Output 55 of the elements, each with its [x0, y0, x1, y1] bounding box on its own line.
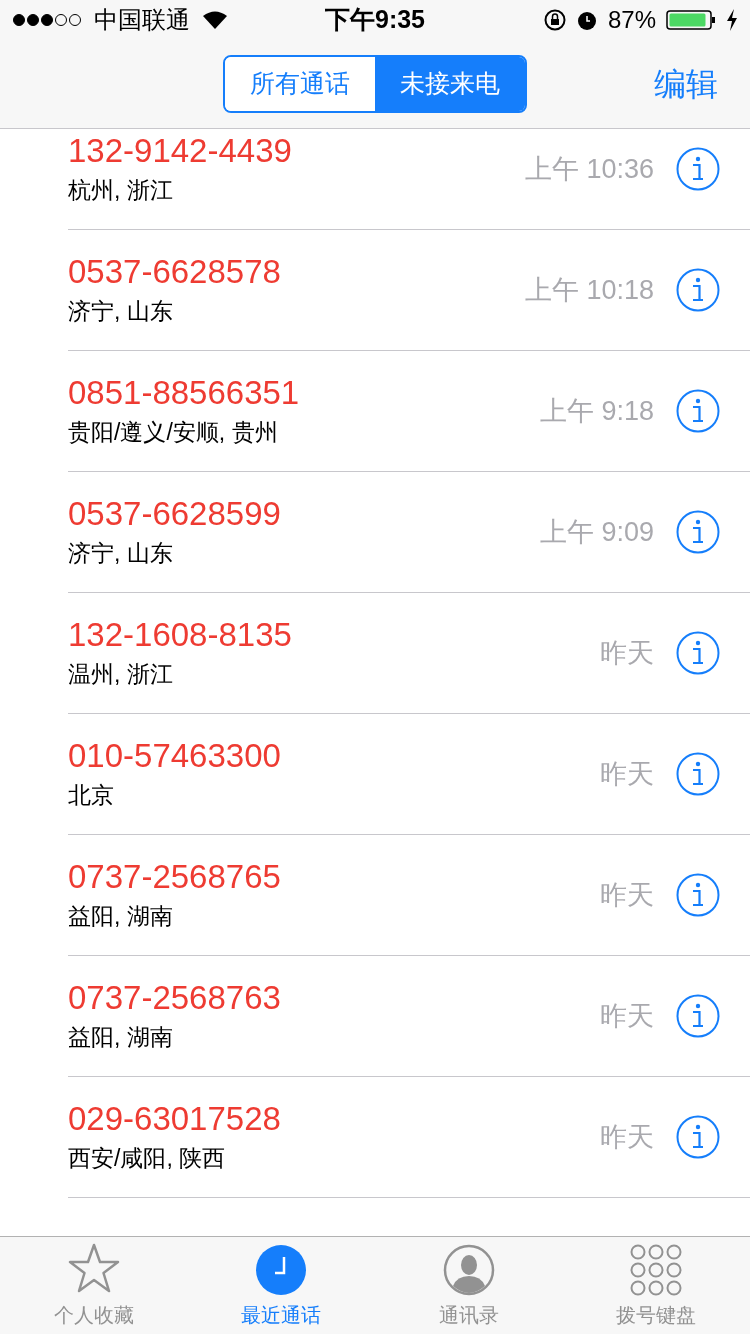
call-time: 昨天 [600, 878, 654, 912]
phone-number: 0737-2568765 [68, 857, 282, 897]
battery-percent: 87% [607, 5, 656, 35]
call-time: 上午 10:18 [524, 273, 654, 307]
phone-number: 029-63017528 [68, 1099, 282, 1139]
tab-bar-item[interactable]: 拨号键盘 [562, 1237, 750, 1334]
location-text: 益阳, 湖南 [68, 1023, 174, 1052]
call-time: 上午 9:09 [539, 515, 654, 549]
info-icon[interactable] [676, 752, 720, 796]
carrier-name: 中国联通 [94, 5, 190, 35]
phone-number: 0537-6628599 [68, 494, 282, 534]
status-time: 下午9:35 [325, 4, 425, 36]
edit-button[interactable]: 编辑 [654, 60, 718, 108]
info-icon[interactable] [676, 994, 720, 1038]
wifi-icon [202, 10, 228, 30]
rotation-lock-icon [543, 9, 566, 31]
phone-number: 0737-2568763 [68, 978, 282, 1018]
location-text: 杭州, 浙江 [68, 176, 174, 205]
call-time: 昨天 [600, 636, 654, 670]
info-icon[interactable] [676, 873, 720, 917]
signal-icon [12, 13, 82, 27]
alarm-icon [575, 9, 598, 31]
location-text: 益阳, 湖南 [68, 902, 174, 931]
info-icon[interactable] [676, 1115, 720, 1159]
info-icon[interactable] [676, 510, 720, 554]
location-text: 温州, 浙江 [68, 660, 174, 689]
segment-tab[interactable]: 所有通话 [225, 57, 375, 111]
location-text: 济宁, 山东 [68, 539, 174, 568]
call-time: 上午 9:18 [539, 394, 654, 428]
phone-number: 010-57463300 [68, 736, 282, 776]
info-icon[interactable] [676, 147, 720, 191]
info-icon[interactable] [676, 389, 720, 433]
keypad-icon [630, 1244, 683, 1296]
tab-bar-item[interactable]: 通讯录 [375, 1237, 563, 1334]
call-time: 昨天 [600, 757, 654, 791]
segment-tab[interactable]: 未接来电 [375, 57, 525, 111]
location-text: 西安/咸阳, 陕西 [68, 1144, 227, 1173]
person-icon [442, 1244, 495, 1296]
charging-icon [726, 9, 738, 31]
clock-icon [255, 1244, 308, 1296]
phone-number: 0537-6628578 [68, 252, 282, 292]
phone-number: 132-1608-8135 [68, 615, 293, 655]
battery-icon [666, 9, 716, 31]
info-icon[interactable] [676, 631, 720, 675]
call-time: 昨天 [600, 999, 654, 1033]
location-text: 北京 [68, 781, 115, 810]
tab-bar-item[interactable]: 最近通话 [187, 1237, 375, 1334]
call-time: 昨天 [600, 1120, 654, 1154]
info-icon[interactable] [676, 268, 720, 312]
location-text: 贵阳/遵义/安顺, 贵州 [68, 418, 279, 447]
location-text: 济宁, 山东 [68, 297, 174, 326]
phone-number: 0851-88566351 [68, 373, 301, 413]
call-time: 上午 10:36 [524, 152, 654, 186]
phone-number: 132-9142-4439 [68, 131, 293, 171]
tab-bar-item[interactable]: 个人收藏 [0, 1237, 188, 1334]
